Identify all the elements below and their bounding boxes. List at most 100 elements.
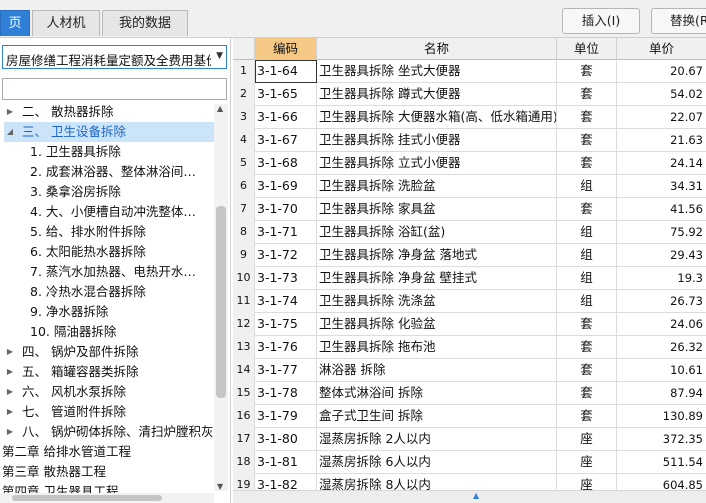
- cell-unit[interactable]: 组: [557, 221, 617, 244]
- tree-node[interactable]: ▶ 八、 锅炉砌体拆除、清扫炉膛积灰: [4, 422, 214, 442]
- table-row[interactable]: 18 3-1-81 湿蒸房拆除 6人以内座 511.54: [233, 451, 706, 474]
- table-row[interactable]: 5 3-1-68 卫生器具拆除 立式小便器套 24.14: [233, 152, 706, 175]
- tree-node[interactable]: 10. 隔油器拆除: [30, 322, 116, 342]
- header-name[interactable]: 名称: [317, 38, 557, 60]
- cell-name[interactable]: 卫生器具拆除 浴缸(盆): [317, 221, 557, 244]
- cell-price[interactable]: 130.89: [617, 405, 706, 428]
- tree-vertical-scrollbar[interactable]: ▲ ▼: [214, 104, 228, 491]
- cell-price[interactable]: 372.35: [617, 428, 706, 451]
- cell-name[interactable]: 卫生器具拆除 蹲式大便器: [317, 83, 557, 106]
- cell-code[interactable]: 3-1-78: [255, 382, 317, 405]
- cell-code[interactable]: 3-1-68: [255, 152, 317, 175]
- cell-code[interactable]: 3-1-65: [255, 83, 317, 106]
- chevron-down-icon[interactable]: ▼: [216, 51, 223, 61]
- table-row[interactable]: 14 3-1-77 淋浴器 拆除套 10.61: [233, 359, 706, 382]
- table-row[interactable]: 1 3-1-64 卫生器具拆除 坐式大便器套 20.67: [233, 60, 706, 83]
- cell-price[interactable]: 26.73: [617, 290, 706, 313]
- cell-code[interactable]: 3-1-81: [255, 451, 317, 474]
- cell-price[interactable]: 29.43: [617, 244, 706, 267]
- cell-unit[interactable]: 套: [557, 198, 617, 221]
- tree-horizontal-scrollbar[interactable]: [0, 493, 214, 503]
- cell-price[interactable]: 511.54: [617, 451, 706, 474]
- tree-node[interactable]: 9. 净水器拆除: [30, 302, 108, 322]
- tree-node[interactable]: ▶ 五、 箱罐容器类拆除: [4, 362, 139, 382]
- cell-name[interactable]: 卫生器具拆除 立式小便器: [317, 152, 557, 175]
- cell-name[interactable]: 盒子式卫生间 拆除: [317, 405, 557, 428]
- quota-library-select[interactable]: 房屋修缮工程消耗量定额及全费用基价表 ▼: [2, 45, 227, 69]
- cell-code[interactable]: 3-1-80: [255, 428, 317, 451]
- expand-arrow-icon[interactable]: ▶: [4, 362, 16, 382]
- cell-name[interactable]: 整体式淋浴间 拆除: [317, 382, 557, 405]
- scrollbar-thumb[interactable]: [12, 495, 162, 501]
- cell-price[interactable]: 34.31: [617, 175, 706, 198]
- tree-node[interactable]: 第三章 散热器工程: [2, 462, 106, 482]
- cell-unit[interactable]: 组: [557, 244, 617, 267]
- tree-node[interactable]: 1. 卫生器具拆除: [30, 142, 121, 162]
- header-code[interactable]: 编码: [255, 38, 317, 60]
- tab-quota[interactable]: 页: [0, 10, 30, 36]
- tree-node[interactable]: 8. 冷热水混合器拆除: [30, 282, 146, 302]
- cell-price[interactable]: 22.07: [617, 106, 706, 129]
- table-row[interactable]: 8 3-1-71 卫生器具拆除 浴缸(盆) 组 75.92: [233, 221, 706, 244]
- cell-name[interactable]: 卫生器具拆除 净身盆 壁挂式: [317, 267, 557, 290]
- cell-name[interactable]: 卫生器具拆除 家具盆: [317, 198, 557, 221]
- tab-labor-material-machine[interactable]: 人材机: [32, 10, 100, 36]
- expand-arrow-icon[interactable]: ▶: [4, 382, 16, 402]
- table-row[interactable]: 12 3-1-75 卫生器具拆除 化验盆套 24.06: [233, 313, 706, 336]
- tree-node[interactable]: 5. 给、排水附件拆除: [30, 222, 146, 242]
- cell-name[interactable]: 卫生器具拆除 化验盆: [317, 313, 557, 336]
- cell-unit[interactable]: 套: [557, 359, 617, 382]
- cell-code[interactable]: 3-1-69: [255, 175, 317, 198]
- replace-button[interactable]: 替换(R: [651, 8, 706, 34]
- cell-code[interactable]: 3-1-75: [255, 313, 317, 336]
- tree-node[interactable]: 第二章 给排水管道工程: [2, 442, 131, 462]
- table-row[interactable]: 17 3-1-80 湿蒸房拆除 2人以内座 372.35: [233, 428, 706, 451]
- cell-name[interactable]: 湿蒸房拆除 2人以内: [317, 428, 557, 451]
- cell-unit[interactable]: 组: [557, 290, 617, 313]
- header-price[interactable]: 单价: [617, 38, 706, 60]
- table-row[interactable]: 3 3-1-66 卫生器具拆除 大便器水箱(高、低水箱通用) 套 22.07: [233, 106, 706, 129]
- tree-node[interactable]: ◢ 三、 卫生设备拆除: [4, 122, 214, 142]
- cell-name[interactable]: 卫生器具拆除 净身盆 落地式: [317, 244, 557, 267]
- cell-name[interactable]: 卫生器具拆除 拖布池: [317, 336, 557, 359]
- cell-name[interactable]: 卫生器具拆除 坐式大便器: [317, 60, 557, 83]
- table-horizontal-scrollbar[interactable]: ▲: [233, 490, 706, 503]
- table-row[interactable]: 2 3-1-65 卫生器具拆除 蹲式大便器套 54.02: [233, 83, 706, 106]
- cell-unit[interactable]: 套: [557, 152, 617, 175]
- cell-price[interactable]: 41.56: [617, 198, 706, 221]
- cell-unit[interactable]: 套: [557, 129, 617, 152]
- tree-node[interactable]: 4. 大、小便槽自动冲洗整体…: [30, 202, 196, 222]
- expand-arrow-icon[interactable]: ▶: [4, 422, 16, 442]
- tree-node[interactable]: 7. 蒸汽水加热器、电热开水…: [30, 262, 196, 282]
- cell-code[interactable]: 3-1-67: [255, 129, 317, 152]
- scroll-up-icon[interactable]: ▲: [217, 104, 223, 113]
- cell-name[interactable]: 卫生器具拆除 洗涤盆: [317, 290, 557, 313]
- scroll-down-icon[interactable]: ▼: [217, 482, 223, 491]
- tree-node[interactable]: 2. 成套淋浴器、整体淋浴间…: [30, 162, 196, 182]
- scroll-up-icon[interactable]: ▲: [473, 491, 479, 500]
- table-row[interactable]: 6 3-1-69 卫生器具拆除 洗脸盆组 34.31: [233, 175, 706, 198]
- cell-code[interactable]: 3-1-76: [255, 336, 317, 359]
- cell-price[interactable]: 26.32: [617, 336, 706, 359]
- cell-code[interactable]: 3-1-77: [255, 359, 317, 382]
- table-row[interactable]: 7 3-1-70 卫生器具拆除 家具盆套 41.56: [233, 198, 706, 221]
- cell-name[interactable]: 湿蒸房拆除 6人以内: [317, 451, 557, 474]
- tab-my-data[interactable]: 我的数据: [102, 10, 188, 36]
- expand-arrow-icon[interactable]: ▶: [4, 342, 16, 362]
- cell-unit[interactable]: 套: [557, 83, 617, 106]
- table-row[interactable]: 16 3-1-79 盒子式卫生间 拆除套 130.89: [233, 405, 706, 428]
- cell-price[interactable]: 75.92: [617, 221, 706, 244]
- cell-unit[interactable]: 套: [557, 405, 617, 428]
- cell-code[interactable]: 3-1-74: [255, 290, 317, 313]
- cell-unit[interactable]: 组: [557, 267, 617, 290]
- scrollbar-thumb[interactable]: [216, 206, 226, 398]
- cell-code[interactable]: 3-1-72: [255, 244, 317, 267]
- cell-code[interactable]: 3-1-64: [255, 60, 317, 83]
- insert-button[interactable]: 插入(I): [562, 8, 640, 34]
- cell-price[interactable]: 10.61: [617, 359, 706, 382]
- cell-code[interactable]: 3-1-73: [255, 267, 317, 290]
- cell-code[interactable]: 3-1-79: [255, 405, 317, 428]
- tree-node[interactable]: 3. 桑拿浴房拆除: [30, 182, 121, 202]
- cell-unit[interactable]: 套: [557, 106, 617, 129]
- cell-code[interactable]: 3-1-70: [255, 198, 317, 221]
